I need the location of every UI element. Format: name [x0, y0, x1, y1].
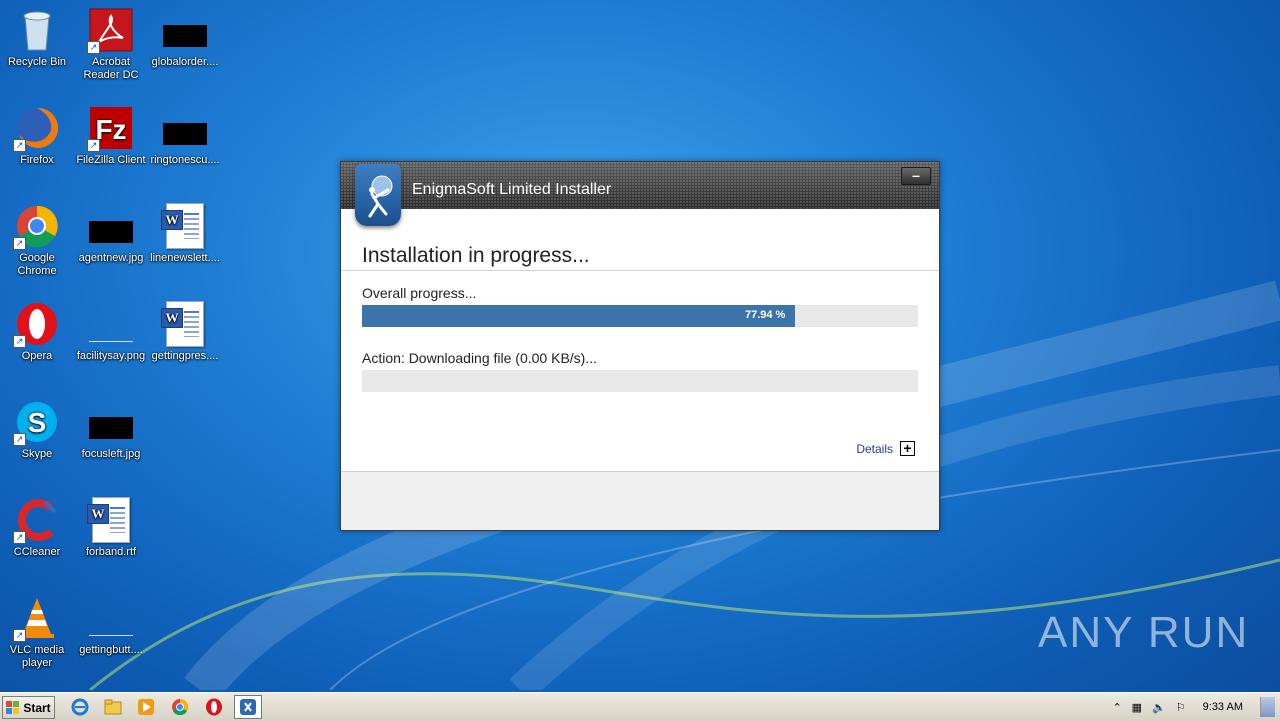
- shortcut-arrow-icon: ↗: [13, 629, 26, 642]
- shortcut-arrow-icon: ↗: [13, 531, 26, 544]
- desktop-icon-recycle-bin[interactable]: Recycle Bin: [0, 8, 74, 69]
- network-icon[interactable]: ▦: [1132, 701, 1142, 714]
- desktop-icon-agentnew[interactable]: agentnew.jpg: [74, 204, 148, 265]
- media-player-icon: [138, 699, 154, 715]
- redacted-file-icon: [89, 221, 133, 243]
- desktop-icon-acrobat[interactable]: ↗ Acrobat Reader DC: [74, 8, 148, 82]
- taskbar-internet-explorer[interactable]: [70, 697, 90, 717]
- shortcut-arrow-icon: ↗: [13, 433, 26, 446]
- redacted-file-icon: [89, 417, 133, 439]
- redacted-file-icon: [163, 25, 207, 47]
- action-center-flag-icon[interactable]: ⚐: [1176, 701, 1186, 714]
- shortcut-arrow-icon: ↗: [87, 41, 100, 54]
- desktop-icon-facilitysay[interactable]: facilitysay.png: [74, 302, 148, 363]
- taskbar-explorer[interactable]: [103, 697, 123, 717]
- desktop-icon-gettingbutt[interactable]: gettingbutt....: [74, 596, 148, 657]
- internet-explorer-icon: [71, 698, 89, 716]
- desktop-icon-globalorder[interactable]: globalorder....: [148, 8, 222, 69]
- action-progress-bar: [362, 370, 918, 392]
- desktop-icon-gettingpres[interactable]: W gettingpres....: [148, 301, 222, 363]
- taskbar-chrome[interactable]: [170, 697, 190, 717]
- taskbar-installer[interactable]: [234, 695, 262, 719]
- desktop-icon-linenewslett[interactable]: W linenewslett....: [148, 203, 222, 265]
- windows-logo-icon: [6, 700, 20, 714]
- show-desktop-button[interactable]: [1260, 697, 1275, 717]
- shortcut-arrow-icon: ↗: [13, 139, 26, 152]
- title-bar[interactable]: EnigmaSoft Limited Installer –: [341, 162, 939, 209]
- desktop-icon-skype[interactable]: S ↗ Skype: [0, 400, 74, 461]
- overall-progress-fill: 77.94 %: [362, 305, 796, 327]
- system-tray: ⌃ ▦ 🔈 ⚐ 9:33 AM: [1107, 695, 1280, 719]
- chrome-icon: [172, 698, 189, 716]
- word-document-icon: W: [87, 497, 130, 543]
- shortcut-arrow-icon: ↗: [87, 139, 100, 152]
- divider: [341, 270, 939, 271]
- recycle-bin-icon: [23, 11, 51, 51]
- shortcut-arrow-icon: ↗: [13, 237, 26, 250]
- desktop-icon-vlc[interactable]: ↗ VLC media player: [0, 596, 74, 670]
- explorer-folder-icon: [104, 699, 122, 715]
- desktop-icon-forband[interactable]: W forband.rtf: [74, 497, 148, 559]
- action-label: Action: Downloading file (0.00 KB/s)...: [362, 350, 598, 366]
- volume-icon[interactable]: 🔈: [1152, 701, 1166, 714]
- taskbar-media-player[interactable]: [136, 697, 156, 717]
- minimize-button[interactable]: –: [901, 167, 931, 185]
- word-document-icon: W: [161, 203, 204, 249]
- desktop-icon-opera[interactable]: ↗ Opera: [0, 302, 74, 363]
- desktop-icon-focusleft[interactable]: focusleft.jpg: [74, 400, 148, 461]
- svg-text:Fz: Fz: [95, 114, 126, 145]
- opera-icon: [206, 698, 222, 716]
- taskbar-clock[interactable]: 9:33 AM: [1203, 701, 1243, 713]
- page-title: Installation in progress...: [362, 244, 590, 267]
- svg-text:S: S: [28, 407, 47, 438]
- taskbar-opera[interactable]: [204, 697, 224, 717]
- overall-progress-label: Overall progress...: [362, 285, 477, 301]
- shortcut-arrow-icon: ↗: [13, 335, 26, 348]
- start-button[interactable]: Start: [2, 696, 55, 719]
- taskbar: Start ⌃ ▦ 🔈 ⚐ 9:33 AM: [0, 692, 1280, 721]
- desktop-icon-filezilla[interactable]: Fz ↗ FileZilla Client: [74, 106, 148, 167]
- app-logo-icon: [355, 164, 401, 226]
- redacted-file-icon: [163, 123, 207, 145]
- desktop-icon-chrome[interactable]: ↗ Google Chrome: [0, 204, 74, 278]
- window-title: EnigmaSoft Limited Installer: [412, 181, 612, 198]
- word-document-icon: W: [161, 301, 204, 347]
- window-footer: [341, 471, 939, 530]
- anyrun-watermark: ANY RUN: [1038, 608, 1250, 657]
- details-expand-button[interactable]: +: [900, 441, 915, 456]
- installer-icon: [240, 699, 256, 715]
- image-file-icon: [89, 613, 133, 636]
- details-link[interactable]: Details: [856, 442, 893, 456]
- image-file-icon: [89, 319, 133, 342]
- desktop-icon-ccleaner[interactable]: ↗ CCleaner: [0, 498, 74, 559]
- show-hidden-icons-icon[interactable]: ⌃: [1112, 701, 1121, 714]
- desktop-icon-ringtonescu[interactable]: ringtonescu....: [148, 106, 222, 167]
- desktop-icon-firefox[interactable]: ↗ Firefox: [0, 106, 74, 167]
- installer-window: EnigmaSoft Limited Installer – Installat…: [340, 161, 940, 531]
- overall-progress-bar: 77.94 %: [362, 305, 918, 327]
- overall-progress-text: 77.94 %: [744, 309, 786, 321]
